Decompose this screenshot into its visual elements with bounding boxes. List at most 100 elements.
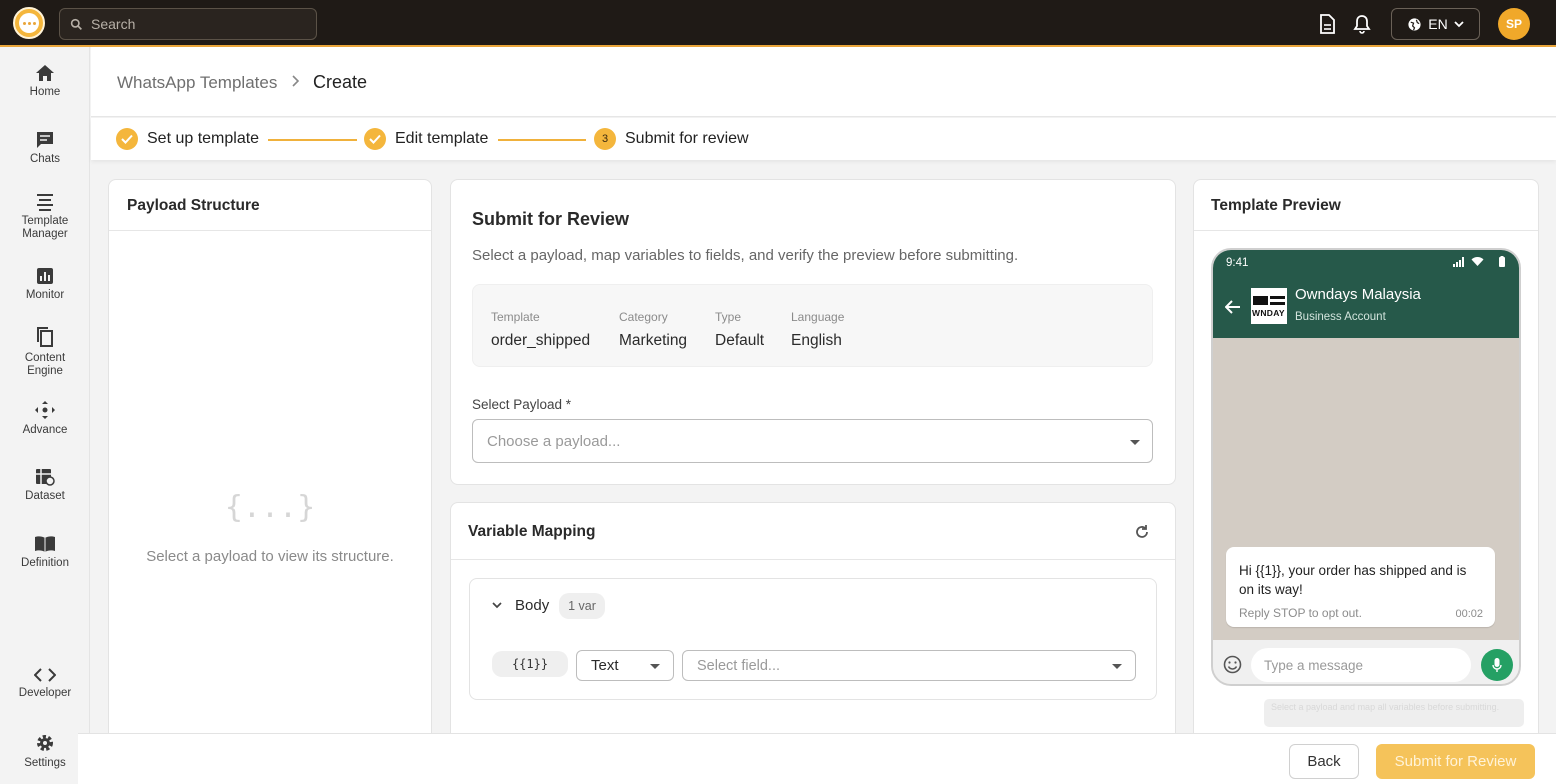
search-input[interactable]: Search [59, 8, 317, 40]
move-icon [35, 401, 55, 419]
sidebar-item-label: Home [29, 86, 61, 98]
sidebar-item-monitor[interactable]: Monitor [0, 267, 90, 302]
battery-icon [1499, 256, 1505, 267]
payload-field-label: Select Payload * [472, 397, 572, 412]
bell-icon[interactable] [1351, 13, 1373, 35]
sidebar-item-chats[interactable]: Chats [0, 131, 90, 166]
meta-label: Language [791, 310, 845, 324]
message-text: Hi {{1}}, your order has shipped and is … [1239, 563, 1467, 597]
meta-value: Marketing [619, 332, 688, 349]
logo-text: WNDAY [1252, 308, 1285, 318]
template-icon [37, 194, 53, 211]
chevron-down-icon[interactable] [492, 601, 502, 609]
business-logo: WNDAY [1251, 288, 1287, 324]
sidebar-item-dataset[interactable]: Dataset [0, 468, 90, 503]
chat-header: WNDAY Owndays Malaysia Business Account [1213, 276, 1519, 338]
monitor-icon [37, 268, 53, 284]
emoji-icon[interactable] [1223, 655, 1242, 674]
step-label: Set up template [147, 130, 260, 147]
submit-for-review-button[interactable]: Submit for Review [1376, 744, 1535, 779]
template-preview-panel: Template Preview 9:41 WNDAY Owndays Mala… [1193, 179, 1539, 759]
chevron-down-icon [1454, 21, 1464, 28]
code-icon [34, 668, 56, 682]
sidebar-item-label: Dataset [25, 490, 65, 502]
back-arrow-icon[interactable] [1225, 300, 1241, 314]
step-connector [498, 139, 586, 141]
step-connector [268, 139, 357, 141]
status-time: 9:41 [1226, 257, 1249, 269]
card-title: Variable Mapping [468, 523, 596, 540]
empty-state-text: Select a payload to view its structure. [146, 548, 394, 565]
section-label[interactable]: Body [515, 597, 549, 614]
top-bar: Search EN SP [0, 0, 1556, 47]
step-label: Edit template [395, 130, 489, 147]
avatar[interactable]: SP [1498, 8, 1530, 40]
stepper: Set up template Edit template 3 Submit f… [91, 118, 1556, 160]
type-value: Text [591, 657, 619, 674]
submit-review-card: Submit for Review Select a payload, map … [450, 179, 1176, 485]
payload-select[interactable]: Choose a payload... [472, 419, 1153, 463]
check-icon [116, 128, 138, 150]
sidebar-item-label: Settings [24, 757, 66, 769]
braces-icon: {...} [224, 490, 316, 525]
payload-structure-panel: Payload Structure {...} Select a payload… [108, 179, 432, 759]
step-number: 3 [594, 128, 616, 150]
sidebar-item-advance[interactable]: Advance [0, 400, 90, 437]
sidebar-item-developer[interactable]: Developer [0, 667, 90, 700]
breadcrumb-parent[interactable]: WhatsApp Templates [117, 73, 277, 93]
type-select[interactable]: Text [576, 650, 674, 681]
phone-mockup: 9:41 WNDAY Owndays Malaysia Business Acc… [1211, 248, 1521, 686]
meta-label: Type [715, 310, 742, 324]
panel-header: Payload Structure [109, 180, 431, 231]
sidebar-item-template-manager[interactable]: Template Manager [0, 193, 90, 241]
caret-down-icon [1112, 664, 1122, 669]
message-bubble: Hi {{1}}, your order has shipped and is … [1226, 547, 1495, 627]
variable-chip: {{1}} [492, 651, 568, 677]
panel-header: Template Preview [1194, 180, 1538, 231]
back-button[interactable]: Back [1289, 744, 1359, 779]
phone-status-bar: 9:41 [1213, 250, 1519, 276]
panel-title: Payload Structure [127, 197, 260, 214]
sidebar-item-content-engine[interactable]: Content Engine [0, 326, 90, 378]
meta-category: Category Marketing [619, 310, 687, 350]
dataset-icon [36, 469, 55, 486]
chevron-right-icon [292, 75, 300, 87]
var-count-badge: 1 var [559, 593, 605, 619]
meta-value: Default [715, 332, 765, 349]
refresh-icon[interactable] [1134, 524, 1150, 540]
sidebar-item-label: Chats [29, 153, 61, 165]
template-meta: Template order_shipped Category Marketin… [472, 284, 1153, 367]
card-subtitle: Select a payload, map variables to field… [472, 247, 1019, 264]
sidebar-item-label: Content Engine [24, 352, 66, 377]
message-input-bar: Type a message [1213, 640, 1519, 684]
search-placeholder: Search [91, 16, 136, 32]
sidebar-item-settings[interactable]: Settings [0, 733, 90, 770]
signal-icon [1453, 257, 1464, 267]
sidebar-item-label: Developer [18, 687, 72, 699]
copy-icon [37, 327, 53, 347]
payload-placeholder: Choose a payload... [487, 432, 621, 450]
body-variables-section: Body 1 var {{1}} Text Select field... [469, 578, 1157, 700]
step-label: Submit for review [625, 130, 749, 147]
mic-icon[interactable] [1481, 649, 1513, 681]
submit-tooltip: Select a payload and map all variables b… [1264, 699, 1524, 727]
sidebar-item-home[interactable]: Home [0, 64, 90, 99]
message-input[interactable]: Type a message [1251, 648, 1471, 682]
panel-title: Template Preview [1211, 197, 1341, 214]
message-time: 00:02 [1455, 608, 1483, 620]
caret-down-icon [650, 664, 660, 669]
meta-value: order_shipped [491, 332, 591, 349]
language-selector[interactable]: EN [1391, 8, 1480, 40]
business-subtitle: Business Account [1295, 311, 1386, 323]
field-select[interactable]: Select field... [682, 650, 1136, 681]
field-placeholder: Select field... [697, 657, 781, 674]
meta-type: Type Default [715, 310, 764, 350]
app-logo[interactable] [13, 7, 45, 39]
document-icon[interactable] [1316, 13, 1338, 35]
meta-language: Language English [791, 310, 844, 350]
sidebar-item-label: Monitor [25, 289, 65, 301]
sidebar-item-definition[interactable]: Definition [0, 535, 90, 570]
search-icon [70, 18, 82, 30]
sidebar-item-label: Advance [22, 424, 68, 436]
check-icon [364, 128, 386, 150]
